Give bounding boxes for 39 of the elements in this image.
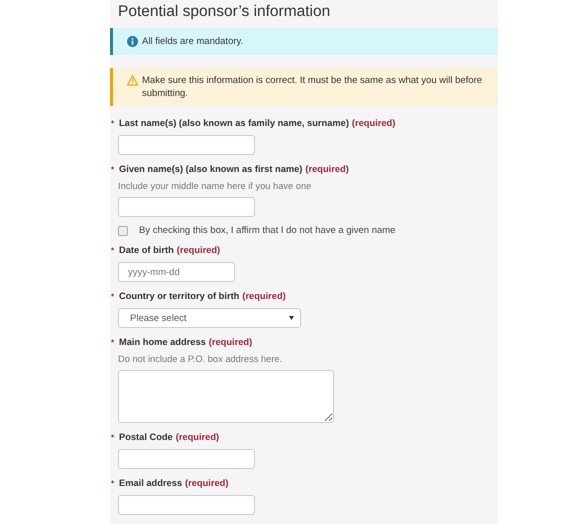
required-marker: * (110, 245, 116, 257)
dropdown[interactable]: Please select (118, 308, 301, 328)
required-tag: (required) (176, 244, 220, 257)
required-tag: (required) (242, 290, 286, 303)
alert-text: Make sure this information is correct. It must be the same as what you will before submitting. (142, 74, 484, 100)
required-marker: * (110, 164, 116, 176)
required-tag: (required) (352, 117, 396, 130)
checkbox[interactable] (118, 226, 128, 236)
required-tag: (required) (305, 163, 349, 176)
text-field[interactable] (118, 449, 255, 469)
text-field[interactable] (118, 495, 255, 515)
required-marker: * (110, 432, 116, 444)
help-text: Include your middle name here if you have one (118, 180, 312, 192)
text-field[interactable] (118, 135, 255, 155)
field-label: Date of birth (119, 244, 174, 257)
caret-icon (289, 316, 294, 320)
text-field[interactable] (118, 197, 255, 217)
warning-icon (127, 75, 138, 86)
required-marker: * (110, 478, 116, 490)
field-label: Email address (119, 477, 182, 490)
field-label: Given name(s) (also known as first name) (119, 163, 302, 176)
field-label: Country or territory of birth (119, 290, 240, 303)
section-heading: Potential sponsor’s information (117, 2, 332, 21)
date-field[interactable]: yyyy-mm-dd (118, 262, 235, 282)
help-text: Do not include a P.O. box address here. (118, 353, 282, 365)
field-label: Main home address (119, 336, 206, 349)
text-area[interactable] (118, 370, 334, 423)
required-tag: (required) (208, 336, 252, 349)
checkbox-label: By checking this box, I affirm that I do not have a given name (139, 225, 396, 236)
info-icon (127, 36, 138, 47)
required-marker: * (110, 118, 116, 130)
field-label: Postal Code (119, 431, 173, 444)
required-tag: (required) (176, 431, 220, 444)
required-marker: * (110, 337, 116, 349)
dropdown-value: Please select (130, 312, 187, 324)
field-label: Last name(s) (also known as family name, surname) (119, 117, 349, 130)
required-tag: (required) (185, 477, 228, 490)
required-marker: * (110, 291, 116, 303)
alert-text: All fields are mandatory. (142, 35, 244, 48)
